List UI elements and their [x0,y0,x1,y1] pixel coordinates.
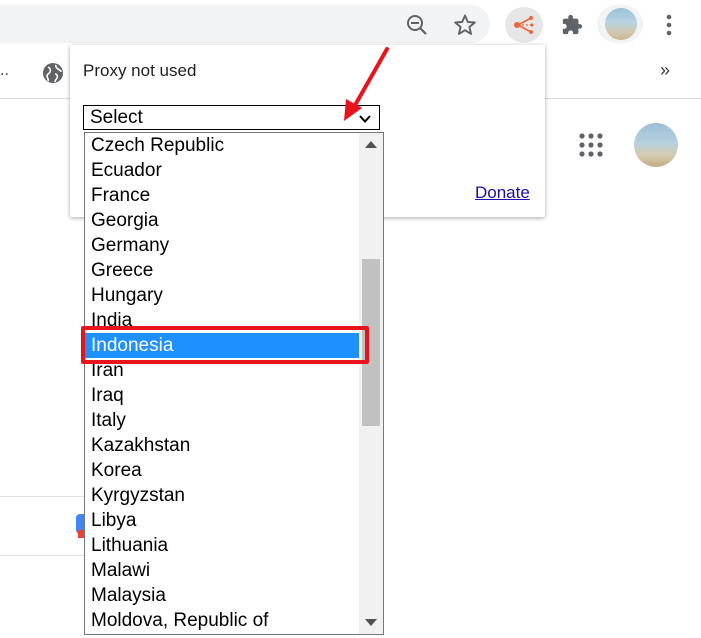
dropdown-option[interactable]: Libya [85,508,359,533]
star-icon[interactable] [451,11,479,39]
dropdown-option[interactable]: Kazakhstan [85,433,359,458]
country-dropdown-list[interactable]: Czech Republic Ecuador France Georgia German… [84,132,384,635]
globe-icon[interactable] [41,61,65,85]
dropdown-option[interactable]: Ecuador [85,158,359,183]
account-avatar[interactable] [634,123,678,167]
extensions-puzzle-icon[interactable] [558,11,586,39]
dropdown-option[interactable]: Hungary [85,283,359,308]
browser-toolbar [0,0,701,50]
proxy-status-text: Proxy not used [83,61,197,80]
profile-avatar[interactable] [605,8,637,40]
bookmark-overflow-left[interactable]: .. [0,62,9,80]
annotation-arrow-icon [344,47,389,121]
bookmarks-more-icon[interactable]: » [660,60,670,81]
google-apps-icon[interactable] [578,132,604,158]
dropdown-option[interactable]: Iraq [85,383,359,408]
dropdown-option[interactable]: Kyrgyzstan [85,483,359,508]
dropdown-option[interactable]: France [85,183,359,208]
dropdown-option[interactable]: Lithuania [85,533,359,558]
country-select-value: Select [90,107,143,128]
dropdown-option[interactable]: Georgia [85,208,359,233]
country-options: Czech Republic Ecuador France Georgia German… [85,133,359,633]
donate-link[interactable]: Donate [475,183,530,203]
annotation-highlight-box [81,326,369,364]
proxy-extension-icon[interactable] [505,7,543,43]
menu-dots-icon[interactable] [657,11,681,39]
dropdown-option[interactable]: Germany [85,233,359,258]
scroll-up-arrow-icon[interactable] [365,141,377,148]
dropdown-option[interactable]: Malaysia [85,583,359,608]
dropdown-scrollbar[interactable] [359,133,383,634]
dropdown-option[interactable]: Malawi [85,558,359,583]
dropdown-option[interactable]: Moldova, Republic of [85,608,359,633]
dropdown-option[interactable]: Czech Republic [85,133,359,158]
dropdown-option[interactable]: Italy [85,408,359,433]
scroll-down-arrow-icon[interactable] [365,619,377,626]
zoom-out-icon[interactable] [403,11,431,39]
dropdown-option[interactable]: Korea [85,458,359,483]
dropdown-option[interactable]: Greece [85,258,359,283]
